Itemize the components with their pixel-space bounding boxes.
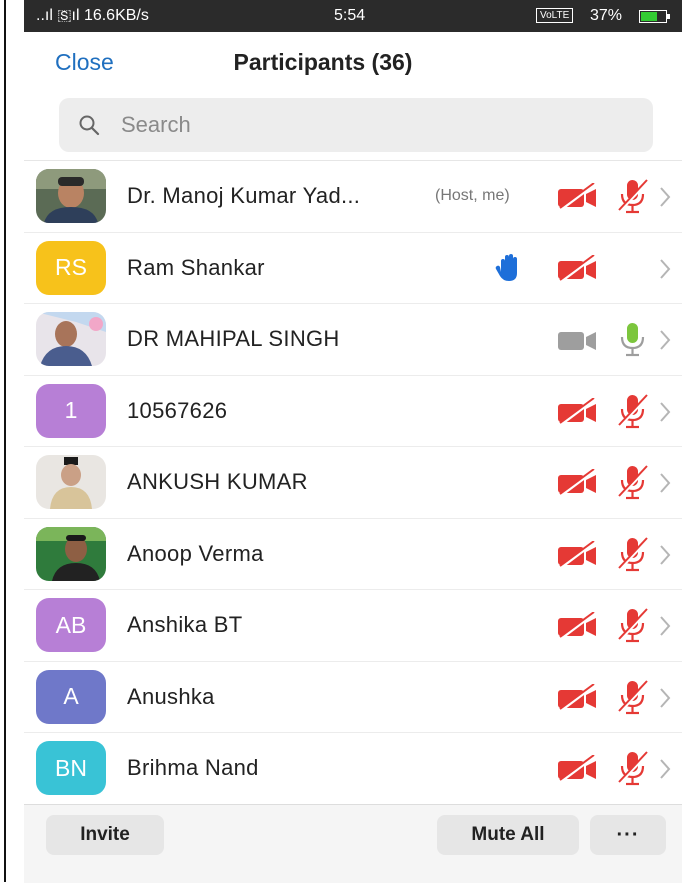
microphone-icon — [616, 320, 650, 358]
participant-name: Ram Shankar — [127, 254, 265, 280]
chevron-right-icon — [658, 758, 672, 780]
participant-list: Dr. Manoj Kumar Yad... (Host, me) RS Ram Sh… — [24, 161, 682, 805]
left-frame-border — [4, 0, 6, 882]
video-camera-off-icon — [556, 611, 600, 640]
battery-icon — [639, 10, 670, 23]
volte-badge: VoLTE — [536, 8, 574, 23]
avatar — [36, 312, 106, 366]
chevron-right-icon — [658, 472, 672, 494]
network-status: ..ıl 🇸ıl 16.6KB/s — [36, 7, 149, 24]
chevron-right-icon — [658, 401, 672, 423]
participant-name: Anshika BT — [127, 612, 243, 637]
avatar — [36, 526, 106, 581]
participant-row[interactable]: BN Brihma Nand — [24, 733, 682, 805]
chevron-right-icon — [658, 329, 672, 351]
avatar: AB — [36, 598, 106, 652]
participants-screen: ..ıl 🇸ıl 16.6KB/s 5:54 VoLTE 37% Close P… — [24, 0, 682, 883]
participant-name: Dr. Manoj Kumar Yad... — [127, 183, 361, 208]
avatar: RS — [36, 240, 106, 295]
participant-name: ANKUSH KUMAR — [127, 469, 308, 494]
participant-name: Anushka — [127, 683, 215, 709]
participant-row[interactable]: AB Anshika BT — [24, 590, 682, 662]
video-camera-off-icon — [556, 682, 600, 712]
participant-row[interactable]: A Anushka — [24, 662, 682, 733]
participant-name: 10567626 — [127, 397, 228, 423]
footer-toolbar: Invite Mute All ··· — [24, 804, 682, 883]
video-camera-off-icon — [556, 396, 600, 426]
microphone-muted-icon — [616, 749, 650, 787]
microphone-muted-icon — [616, 535, 650, 573]
participant-row[interactable]: Anoop Verma — [24, 519, 682, 590]
participant-name: Brihma Nand — [127, 755, 259, 780]
video-camera-off-icon — [556, 468, 600, 497]
microphone-muted-icon — [616, 606, 650, 644]
video-camera-off-icon — [556, 754, 600, 783]
microphone-muted-icon — [616, 463, 650, 501]
chevron-right-icon — [658, 544, 672, 566]
search-input[interactable] — [121, 110, 621, 140]
avatar: 1 — [36, 383, 106, 438]
participant-row[interactable]: Dr. Manoj Kumar Yad... (Host, me) — [24, 161, 682, 233]
avatar — [36, 169, 106, 223]
search-bar[interactable] — [59, 98, 653, 152]
microphone-muted-icon — [616, 177, 650, 215]
participant-row[interactable]: ANKUSH KUMAR — [24, 447, 682, 519]
mute-all-button[interactable]: Mute All — [437, 815, 579, 855]
avatar — [36, 455, 106, 509]
chevron-right-icon — [658, 615, 672, 637]
header: Close Participants (36) — [24, 32, 682, 90]
microphone-muted-icon — [616, 392, 650, 430]
chevron-right-icon — [658, 687, 672, 709]
page-title: Participants (36) — [24, 49, 682, 76]
battery-percent: 37% — [590, 7, 623, 24]
role-tag: (Host, me) — [435, 187, 510, 204]
avatar: A — [36, 669, 106, 724]
chevron-right-icon — [658, 258, 672, 280]
video-camera-off-icon — [556, 539, 600, 569]
participant-name: Anoop Verma — [127, 540, 264, 566]
participant-row[interactable]: 1 10567626 — [24, 376, 682, 447]
video-camera-off-icon — [556, 182, 600, 211]
participant-row[interactable]: DR MAHIPAL SINGH — [24, 304, 682, 376]
search-icon — [79, 115, 100, 136]
microphone-muted-icon — [616, 678, 650, 716]
avatar: BN — [36, 741, 106, 795]
raised-hand-icon — [493, 252, 525, 284]
participant-row[interactable]: RS Ram Shankar — [24, 233, 682, 304]
page-title-text: Participants (36) — [233, 49, 413, 75]
video-camera-off-icon — [556, 253, 600, 283]
invite-button[interactable]: Invite — [46, 815, 164, 855]
status-time: 5:54 — [334, 7, 366, 24]
chevron-right-icon — [658, 186, 672, 208]
status-bar: ..ıl 🇸ıl 16.6KB/s 5:54 VoLTE 37% — [24, 0, 682, 32]
video-camera-icon — [556, 326, 600, 354]
participant-name: DR MAHIPAL SINGH — [127, 326, 340, 351]
more-options-button[interactable]: ··· — [590, 815, 666, 855]
